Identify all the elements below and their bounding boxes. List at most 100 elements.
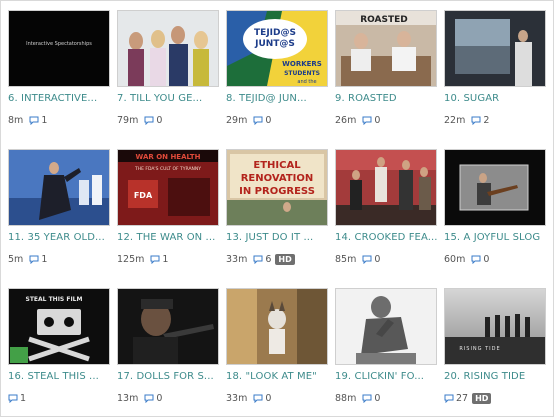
video-title-link[interactable]: 14. CROOKED FEA... xyxy=(335,232,445,243)
video-thumbnail[interactable] xyxy=(8,149,110,226)
comment-count[interactable]: 1 xyxy=(41,254,47,265)
video-title-link[interactable]: 9. ROASTED xyxy=(335,93,445,104)
svg-text:WORKERS: WORKERS xyxy=(282,60,322,68)
video-thumbnail[interactable]: STEAL THIS FILM xyxy=(8,288,110,365)
video-meta: 85m 0 xyxy=(335,253,380,265)
video-thumbnail[interactable] xyxy=(117,10,219,87)
svg-text:STEAL THIS FILM: STEAL THIS FILM xyxy=(26,296,83,303)
video-duration: 79m xyxy=(117,114,139,126)
thumbnail-caption: Interactive Spectatorships xyxy=(26,41,92,47)
video-thumbnail[interactable]: Interactive Spectatorships xyxy=(8,10,110,87)
video-meta: 79m 0 xyxy=(117,114,162,126)
video-duration: 85m xyxy=(335,253,357,265)
hd-badge: HD xyxy=(275,253,295,265)
comment-icon xyxy=(471,116,481,125)
video-meta: 60m 0 xyxy=(444,253,489,265)
svg-text:WAR ON HEALTH: WAR ON HEALTH xyxy=(136,153,201,161)
video-title-link[interactable]: 20. RISING TIDE xyxy=(444,371,553,382)
video-title-link[interactable]: 13. JUST DO IT ... xyxy=(226,232,336,243)
eye-icon xyxy=(10,347,110,365)
comment-icon xyxy=(29,116,39,125)
video-title-link[interactable]: 12. THE WAR ON ... xyxy=(117,232,227,243)
view-badge xyxy=(10,347,28,363)
comment-count[interactable]: 0 xyxy=(374,115,380,126)
comment-count[interactable]: 0 xyxy=(156,393,162,404)
video-duration: 5m xyxy=(8,253,24,265)
comment-count[interactable]: 1 xyxy=(20,393,26,404)
video-duration: 88m xyxy=(335,392,357,404)
comment-count[interactable]: 0 xyxy=(483,254,489,265)
svg-text:IN PROGRESS: IN PROGRESS xyxy=(239,186,315,197)
video-thumbnail[interactable] xyxy=(444,149,546,226)
video-thumbnail[interactable] xyxy=(117,288,219,365)
svg-text:RENOVATION: RENOVATION xyxy=(241,173,314,184)
video-duration: 125m xyxy=(117,253,145,265)
video-thumbnail[interactable] xyxy=(335,149,437,226)
video-thumbnail[interactable]: RISING TIDE xyxy=(444,288,546,365)
svg-text:THE FDA'S CULT OF TYRANNY: THE FDA'S CULT OF TYRANNY xyxy=(134,166,201,172)
video-duration: 29m xyxy=(226,114,248,126)
video-title-link[interactable]: 17. DOLLS FOR S... xyxy=(117,371,227,382)
video-title-link[interactable]: 11. 35 YEAR OLD... xyxy=(8,232,118,243)
comment-icon xyxy=(8,394,18,403)
comment-count[interactable]: 27 xyxy=(456,393,468,404)
comment-count[interactable]: 0 xyxy=(374,393,380,404)
video-thumbnail[interactable] xyxy=(444,10,546,87)
comment-icon xyxy=(362,394,372,403)
svg-text:STUDENTS: STUDENTS xyxy=(284,70,320,77)
video-thumbnail[interactable]: TEJID@S JUNT@S WORKERS STUDENTS and the xyxy=(226,10,328,87)
svg-text:ROASTED: ROASTED xyxy=(360,15,408,25)
svg-text:ETHICAL: ETHICAL xyxy=(253,160,301,171)
video-meta: 27 HD xyxy=(444,392,492,404)
video-duration: 60m xyxy=(444,253,466,265)
comment-icon xyxy=(362,255,372,264)
video-meta: 13m 0 xyxy=(117,392,162,404)
svg-text:and the: and the xyxy=(297,79,316,85)
svg-text:FDA: FDA xyxy=(134,191,153,200)
video-thumbnail[interactable] xyxy=(226,288,328,365)
video-meta: 1 xyxy=(8,392,26,404)
video-meta: 22m 2 xyxy=(444,114,489,126)
comment-icon xyxy=(150,255,160,264)
video-meta: 88m 0 xyxy=(335,392,380,404)
comment-count[interactable]: 0 xyxy=(265,115,271,126)
comment-count[interactable]: 1 xyxy=(162,254,168,265)
video-title-link[interactable]: 16. STEAL THIS ... xyxy=(8,371,118,382)
video-title-link[interactable]: 10. SUGAR xyxy=(444,93,553,104)
comment-icon xyxy=(444,394,454,403)
video-title-link[interactable]: 18. "LOOK AT ME" xyxy=(226,371,336,382)
video-title-link[interactable]: 8. TEJID@ JUN... xyxy=(226,93,336,104)
comment-count[interactable]: 1 xyxy=(41,115,47,126)
video-meta: 8m 1 xyxy=(8,114,47,126)
video-title-link[interactable]: 7. TILL YOU GE... xyxy=(117,93,227,104)
comment-count[interactable]: 0 xyxy=(374,254,380,265)
comment-icon xyxy=(471,255,481,264)
comment-count[interactable]: 2 xyxy=(483,115,489,126)
svg-text:TEJID@S: TEJID@S xyxy=(254,28,296,38)
svg-text:RISING TIDE: RISING TIDE xyxy=(459,346,500,352)
video-meta: 125m 1 xyxy=(117,253,168,265)
comment-icon xyxy=(362,116,372,125)
comment-count[interactable]: 0 xyxy=(156,115,162,126)
video-duration: 22m xyxy=(444,114,466,126)
video-duration: 8m xyxy=(8,114,24,126)
video-meta: 29m 0 xyxy=(226,114,271,126)
video-thumbnail[interactable]: ETHICAL RENOVATION IN PROGRESS xyxy=(226,149,328,226)
comment-icon xyxy=(144,116,154,125)
comment-icon xyxy=(253,116,263,125)
svg-text:JUNT@S: JUNT@S xyxy=(254,39,295,49)
video-duration: 13m xyxy=(117,392,139,404)
video-meta: 26m 0 xyxy=(335,114,380,126)
video-meta: 5m 1 xyxy=(8,253,47,265)
video-thumbnail[interactable]: WAR ON HEALTH THE FDA'S CULT OF TYRANNY … xyxy=(117,149,219,226)
comment-count[interactable]: 0 xyxy=(265,393,271,404)
video-title-link[interactable]: 19. CLICKIN' FO... xyxy=(335,371,445,382)
comment-count[interactable]: 6 xyxy=(265,254,271,265)
comment-icon xyxy=(144,394,154,403)
video-thumbnail[interactable] xyxy=(335,288,437,365)
video-meta: 33m 0 xyxy=(226,392,271,404)
video-title-link[interactable]: 15. A JOYFUL SLOG xyxy=(444,232,553,243)
video-grid: Interactive Spectatorships 6. INTERACTIV… xyxy=(0,0,554,417)
video-thumbnail[interactable]: ROASTED xyxy=(335,10,437,87)
video-title-link[interactable]: 6. INTERACTIVE... xyxy=(8,93,118,104)
